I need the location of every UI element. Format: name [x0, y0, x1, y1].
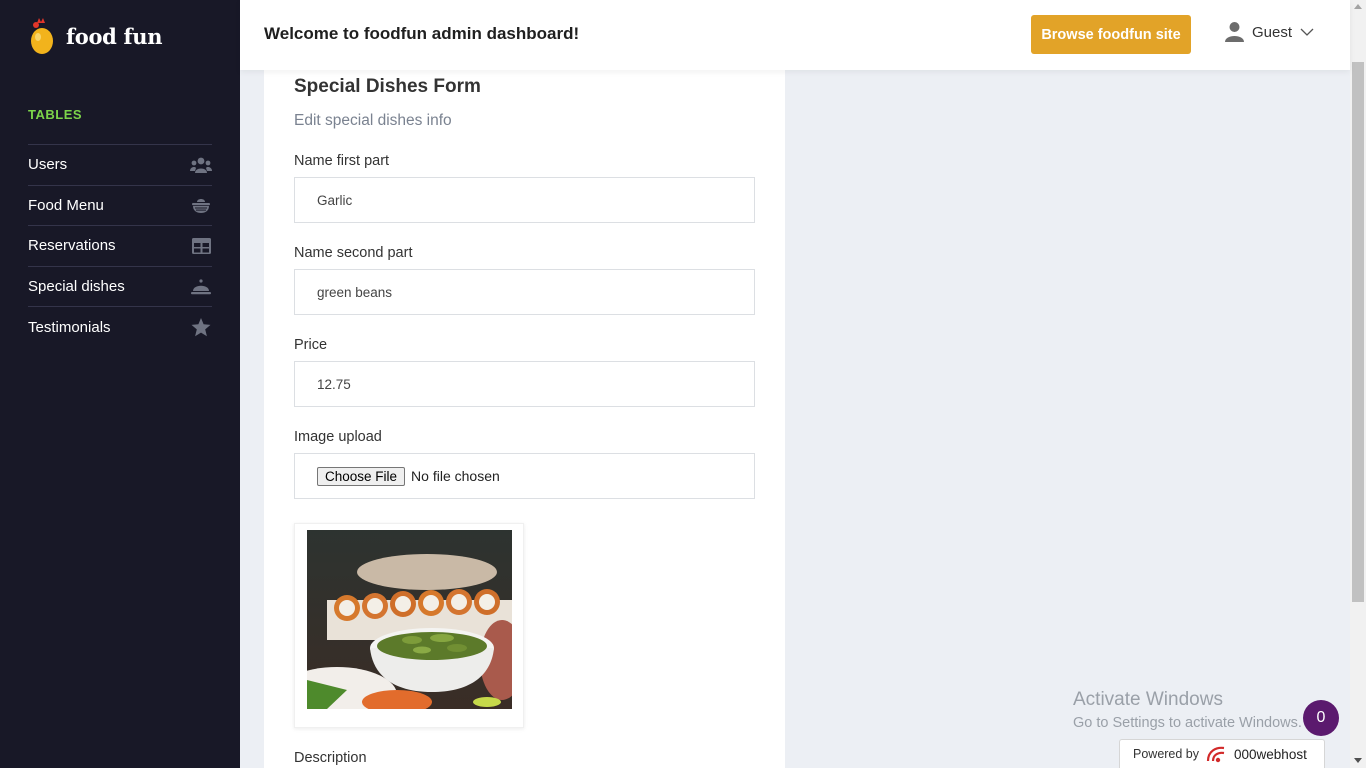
powered-by-banner[interactable]: Powered by 000webhost — [1119, 739, 1325, 768]
food-bowl-icon — [190, 194, 212, 216]
price-input[interactable] — [294, 361, 755, 407]
sidebar-nav: Users Food Menu Reservations Special dis… — [28, 144, 212, 347]
sidebar: food fun TABLES Users Food Menu Reservat… — [0, 0, 240, 768]
user-avatar-icon — [1225, 22, 1244, 42]
image-upload-label: Image upload — [294, 429, 382, 445]
star-icon — [190, 316, 212, 338]
activate-subtitle: Go to Settings to activate Windows. — [1073, 715, 1302, 731]
sidebar-item-testimonials[interactable]: Testimonials — [28, 306, 212, 347]
egg-logo-icon — [31, 18, 53, 54]
choose-file-button[interactable]: Choose File — [317, 466, 406, 486]
name-second-label: Name second part — [294, 245, 413, 261]
brand-name: food fun — [66, 23, 163, 49]
scroll-thumb[interactable] — [1352, 62, 1364, 602]
price-label: Price — [294, 337, 328, 353]
name-second-input[interactable] — [294, 269, 755, 315]
page-title: Welcome to foodfun admin dashboard! — [264, 24, 580, 43]
page-scrollbar[interactable] — [1350, 0, 1366, 768]
file-status: No file chosen — [411, 468, 500, 484]
sidebar-item-label: Testimonials — [28, 318, 111, 336]
webhost-logo-icon — [1206, 746, 1225, 763]
scroll-down-arrow-icon[interactable] — [1354, 758, 1362, 763]
sidebar-item-label: Special dishes — [28, 278, 125, 296]
chevron-down-icon — [1300, 28, 1314, 36]
form-subtitle: Edit special dishes info — [294, 112, 452, 129]
name-first-input[interactable] — [294, 177, 755, 223]
dish-image-preview — [294, 523, 524, 728]
logo[interactable]: food fun — [28, 16, 163, 56]
notification-badge[interactable]: 0 — [1303, 700, 1339, 736]
name-first-label: Name first part — [294, 153, 390, 169]
users-icon — [190, 154, 212, 176]
special-dishes-form: Special Dishes Form Edit special dishes … — [264, 70, 785, 768]
sidebar-section-title: TABLES — [28, 107, 83, 122]
user-menu[interactable]: Guest — [1225, 22, 1314, 42]
sidebar-item-special-dishes[interactable]: Special dishes — [28, 265, 212, 307]
sidebar-item-food-menu[interactable]: Food Menu — [28, 184, 212, 226]
top-header: Welcome to foodfun admin dashboard! Brow… — [240, 0, 1350, 70]
user-name: Guest — [1252, 23, 1293, 41]
sidebar-item-label: Users — [28, 156, 68, 174]
webhost-brand: 000webhost — [1234, 746, 1307, 762]
powered-by-text: Powered by — [1133, 747, 1200, 761]
sidebar-item-users[interactable]: Users — [28, 144, 212, 185]
table-icon — [190, 235, 212, 257]
sidebar-item-label: Reservations — [28, 237, 116, 255]
activate-title: Activate Windows — [1073, 689, 1223, 710]
image-upload-field: Choose File No file chosen — [294, 453, 755, 499]
form-title: Special Dishes Form — [294, 76, 481, 97]
browse-site-button[interactable]: Browse foodfun site — [1031, 15, 1191, 54]
description-label: Description — [294, 750, 367, 766]
activate-windows-watermark: Activate Windows Go to Settings to activ… — [1073, 689, 1302, 731]
sidebar-item-label: Food Menu — [28, 196, 104, 214]
cloche-icon — [190, 276, 212, 298]
sidebar-item-reservations[interactable]: Reservations — [28, 225, 212, 266]
scroll-up-arrow-icon[interactable] — [1354, 4, 1362, 9]
dish-photo — [307, 530, 512, 709]
